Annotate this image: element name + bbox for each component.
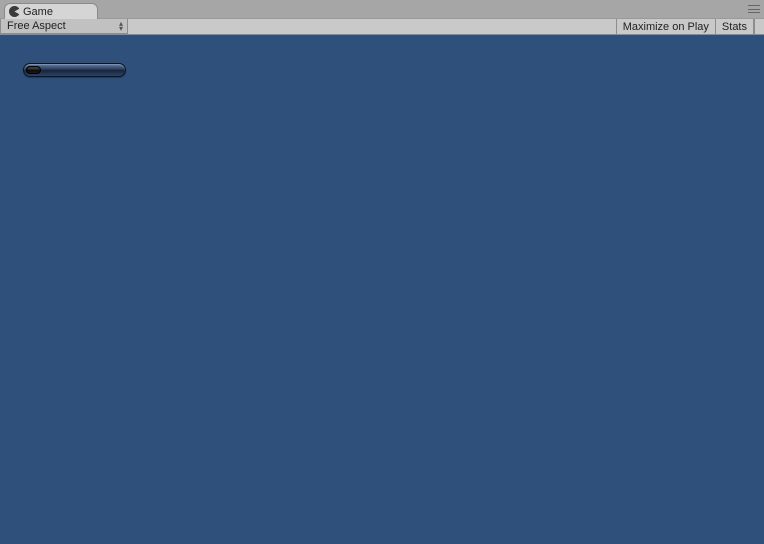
tab-game[interactable]: Game xyxy=(4,3,98,19)
tab-strip: Game xyxy=(0,0,764,19)
progress-bar-fill xyxy=(26,66,41,74)
toolbar-spacer xyxy=(128,19,617,34)
stats-toggle[interactable]: Stats xyxy=(716,19,754,34)
aspect-dropdown-label: Free Aspect xyxy=(7,20,66,32)
dropdown-arrows-icon: ▴▾ xyxy=(119,21,123,31)
pacman-icon xyxy=(9,6,20,17)
window-menu-icon[interactable] xyxy=(748,5,760,13)
game-toolbar: Free Aspect ▴▾ Maximize on Play Stats xyxy=(0,19,764,35)
maximize-on-play-toggle[interactable]: Maximize on Play xyxy=(617,19,716,34)
tab-game-label: Game xyxy=(23,5,53,19)
maximize-on-play-label: Maximize on Play xyxy=(623,21,709,33)
stats-label: Stats xyxy=(722,21,747,33)
progress-bar xyxy=(23,63,126,77)
game-view xyxy=(0,35,764,544)
aspect-dropdown[interactable]: Free Aspect ▴▾ xyxy=(0,19,128,34)
toolbar-tail xyxy=(754,19,764,34)
